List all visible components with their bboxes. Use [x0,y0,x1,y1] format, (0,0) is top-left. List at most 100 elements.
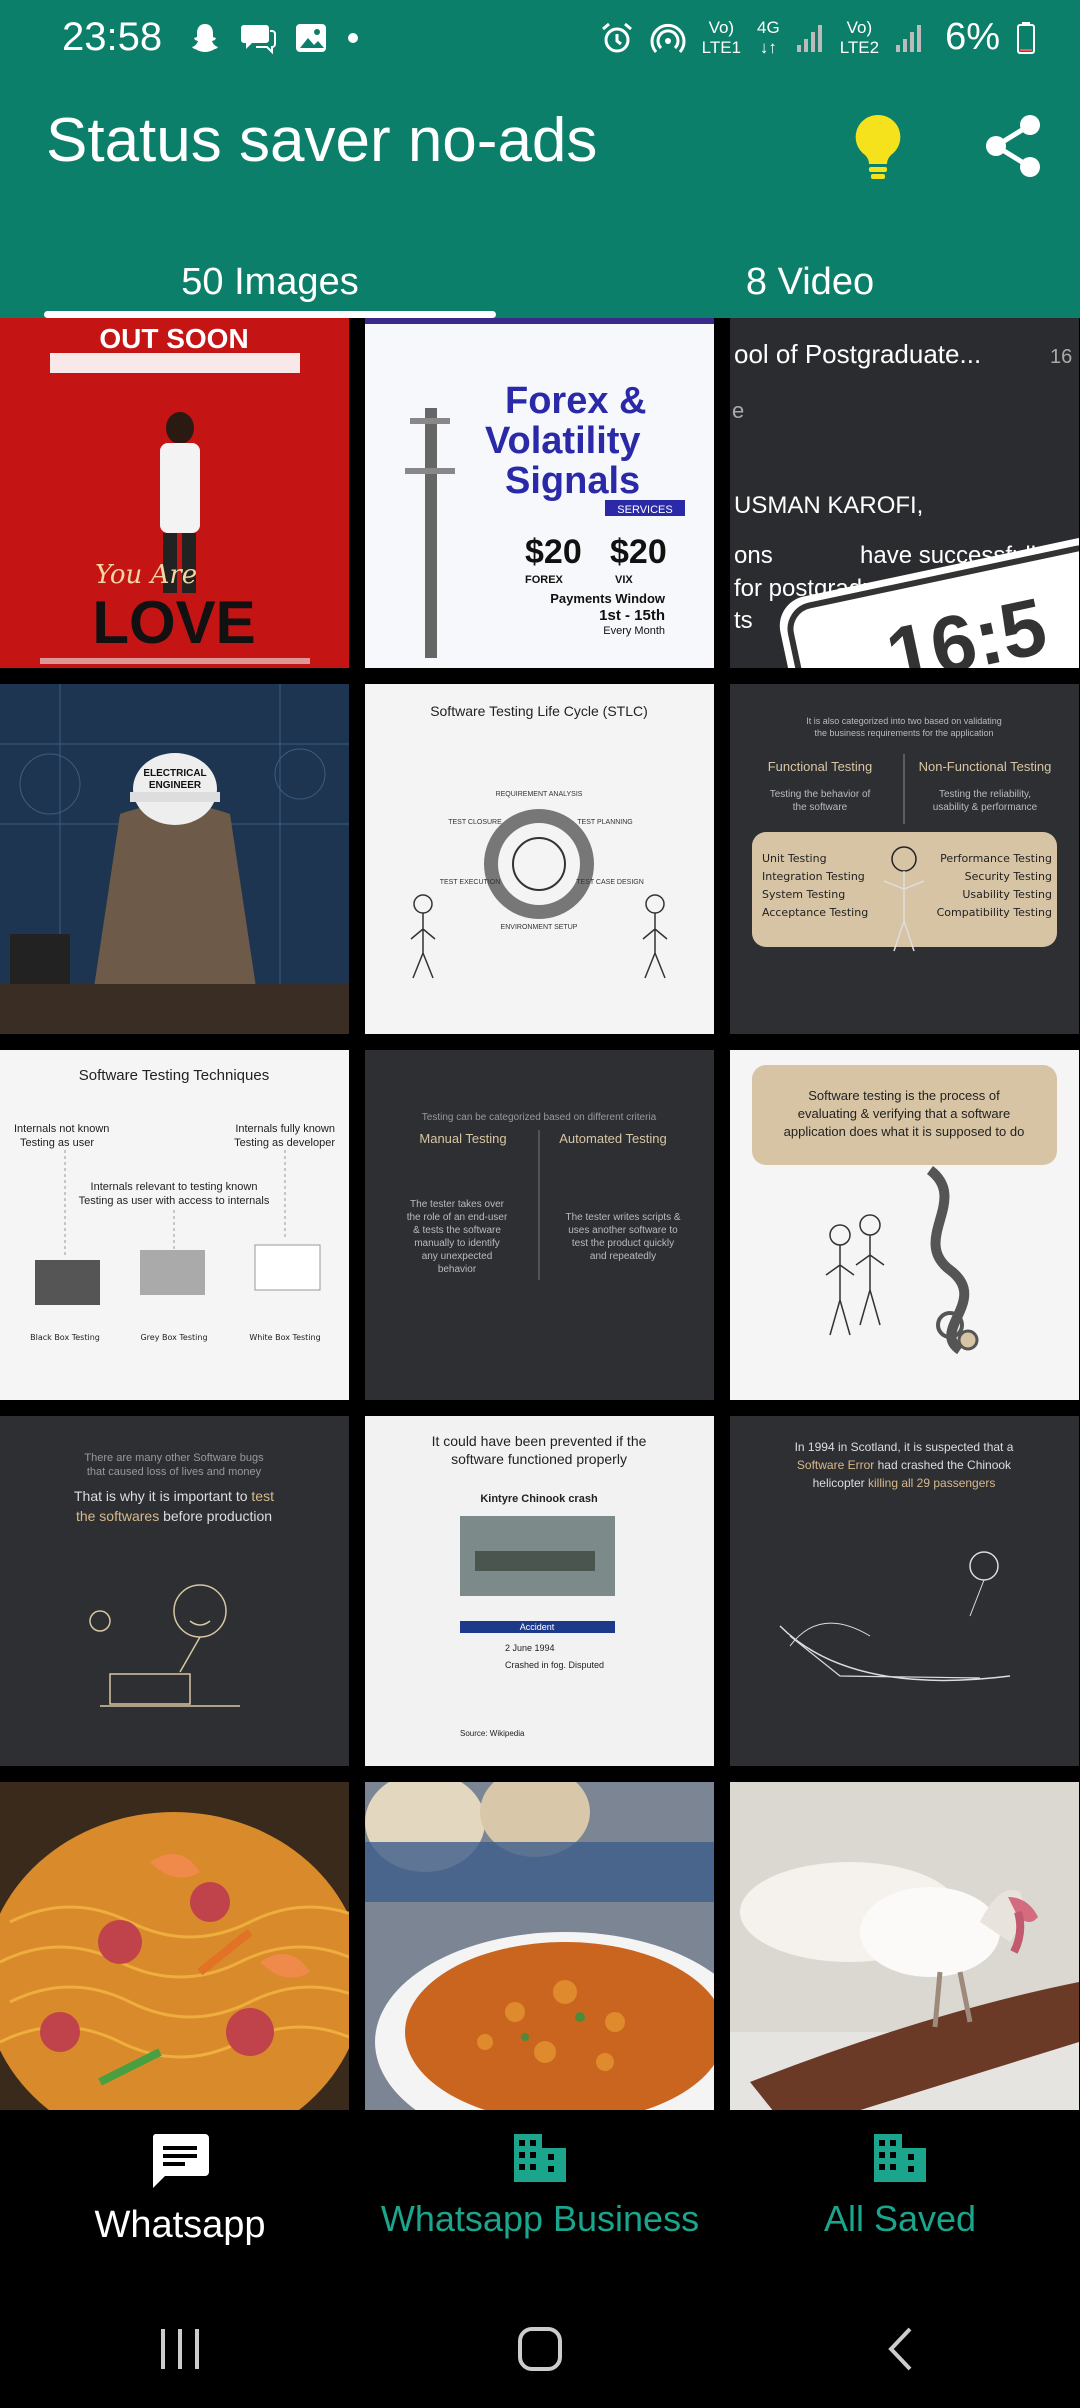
signal-icon [796,24,822,52]
battery-percent: 6% [945,16,1000,58]
poster-love: LOVE [92,589,255,656]
tech-white-2: Testing as developer [234,1137,335,1149]
thumbnail-chinook-crash-slide[interactable]: It could have been prevented if the soft… [365,1416,714,1766]
bugs-line-3: That is why it is important to test [74,1488,274,1504]
system-navigation-bar [0,2290,1080,2408]
notification-icons [188,21,360,55]
thumbnail-testing-definition-slide[interactable]: Software testing is the process of evalu… [730,1050,1079,1400]
pg-line1a: ons [734,542,773,569]
bugs-line-1: There are many other Software bugs [84,1452,264,1464]
image-grid: OUT SOON You Are LOVE Forex & Volatility… [0,318,1080,2110]
bottom-navigation: Whatsapp Whatsapp Business All Saved [0,2110,1080,2290]
tech-grey-label: Grey Box Testing [140,1333,207,1342]
tab-video[interactable]: 8 Video [540,255,1080,318]
thumbnail-turkey-photo[interactable] [730,1782,1079,2110]
thumbnail-electrical-engineer-image[interactable]: ELECTRICAL ENGINEER [0,684,349,1034]
types-func-desc-2: the software [793,802,848,813]
tech-grey-2: Testing as user with access to internals [79,1195,270,1207]
chinook-line-1: It could have been prevented if the [432,1433,647,1449]
thumbnail-out-soon-poster[interactable]: OUT SOON You Are LOVE [0,318,349,668]
thumbnail-shrimp-noodles-photo[interactable] [0,1782,349,2110]
mva-manual: Manual Testing [419,1131,506,1146]
mva-automated: Automated Testing [559,1131,666,1146]
mva-manual-4: manually to identify [414,1238,500,1249]
def-line-2: evaluating & verifying that a software [798,1106,1010,1121]
recents-button[interactable] [140,2314,220,2384]
stlc-design: TEST CASE DESIGN [576,879,644,886]
thumbnail-scotland-1994-slide[interactable]: In 1994 in Scotland, it is suspected tha… [730,1416,1079,1766]
bugs-line-4: the softwares before production [76,1508,272,1524]
thumbnail-testing-techniques-slide[interactable]: Software Testing Techniques Internals no… [0,1050,349,1400]
stlc-env: ENVIRONMENT SETUP [501,924,578,931]
types-intro-2: the business requirements for the applic… [814,728,993,738]
mva-manual-5: any unexpected [422,1251,493,1262]
def-line-3: application does what it is supposed to … [784,1124,1025,1139]
sim2-indicator: Vo) LTE2 [840,18,879,58]
sim1-indicator: Vo) LTE1 [702,18,741,58]
forex-services: SERVICES [617,504,672,516]
status-bar: 23:58 Vo) LTE1 4G ↓↑ Vo) LTE2 6% [0,0,1080,75]
def-line-1: Software testing is the process of [808,1088,1000,1103]
sim2-volte: Vo) [846,17,873,37]
pg-name: USMAN KAROFI, [734,492,923,519]
sim2-lte: LTE2 [839,37,880,57]
tech-black-label: Black Box Testing [30,1333,100,1342]
signal-icon-2 [896,24,922,52]
helmet-label-2: ENGINEER [149,780,202,791]
helmet-label-1: ELECTRICAL [143,768,206,779]
nav-whatsapp[interactable]: Whatsapp [0,2110,360,2290]
battery-icon [1017,21,1035,54]
mva-manual-2: the role of an end-user [407,1212,508,1223]
thumbnail-software-bugs-slide[interactable]: There are many other Software bugs that … [0,1416,349,1766]
tech-grey-1: Internals relevant to testing known [91,1181,258,1193]
mva-auto-4: and repeatedly [590,1251,656,1262]
stlc-plan: TEST PLANNING [577,819,633,826]
forex-title-2: Volatility [485,420,641,462]
poster-you-are: You Are [95,560,197,590]
sim1-volte: Vo) [708,17,735,37]
business-icon [514,2134,566,2182]
payments-dates: 1st - 15th [599,607,665,624]
types-usability: Usability Testing [962,888,1052,901]
types-compat: Compatibility Testing [937,906,1052,919]
payments-window: Payments Window [550,591,666,606]
chinook-source: Source: Wikipedia [460,1729,525,1738]
thumbnail-postgraduate-screenshot[interactable]: ool of Postgraduate... 16 e USMAN KAROFI… [730,318,1079,668]
nav-whatsapp-business[interactable]: Whatsapp Business [360,2110,720,2290]
types-func-desc-1: Testing the behavior of [770,789,871,800]
mva-auto-2: uses another software to [568,1225,678,1236]
share-icon[interactable] [982,113,1044,179]
snapchat-icon [192,23,219,52]
data-arrows: ↓↑ [759,37,777,57]
stlc-exec: TEST EXECUTION [440,879,501,886]
bugs-line-2: that caused loss of lives and money [87,1466,262,1478]
system-status-icons: Vo) LTE1 4G ↓↑ Vo) LTE2 6% [600,16,1036,59]
types-system: System Testing [762,888,845,901]
tech-white-label: White Box Testing [249,1333,320,1342]
business-icon [874,2134,926,2182]
chat-icon [241,24,277,54]
back-button[interactable] [860,2314,940,2384]
chinook-line-2: software functioned properly [451,1451,627,1467]
lightbulb-icon[interactable] [850,111,906,181]
nav-whatsapp-label: Whatsapp [94,2204,266,2246]
thumbnail-testing-types-slide[interactable]: It is also categorized into two based on… [730,684,1079,1034]
tab-images[interactable]: 50 Images [0,255,540,318]
thumbnail-stlc-diagram[interactable]: Software Testing Life Cycle (STLC) REQUI… [365,684,714,1034]
forex-label: FOREX [525,574,564,586]
home-icon [518,2327,562,2371]
scot-line-2: Software Error had crashed the Chinook [797,1458,1012,1472]
chinook-summary: Crashed in fog. Disputed [505,1660,604,1670]
chat-bubble-icon [152,2134,209,2188]
dot-icon [348,32,359,43]
thumbnail-manual-vs-automated-slide[interactable]: Testing can be categorized based on diff… [365,1050,714,1400]
nav-all-saved[interactable]: All Saved [720,2110,1080,2290]
back-icon [888,2327,912,2371]
tech-white-1: Internals fully known [235,1123,335,1135]
thumbnail-forex-signals-poster[interactable]: Forex & Volatility Signals SERVICES $20 … [365,318,714,668]
home-button[interactable] [500,2314,580,2384]
thumbnail-jollof-food-photo[interactable] [365,1782,714,2110]
pg-e: e [732,398,744,423]
payments-monthly: Every Month [603,625,665,637]
scot-line-1: In 1994 in Scotland, it is suspected tha… [795,1440,1014,1454]
